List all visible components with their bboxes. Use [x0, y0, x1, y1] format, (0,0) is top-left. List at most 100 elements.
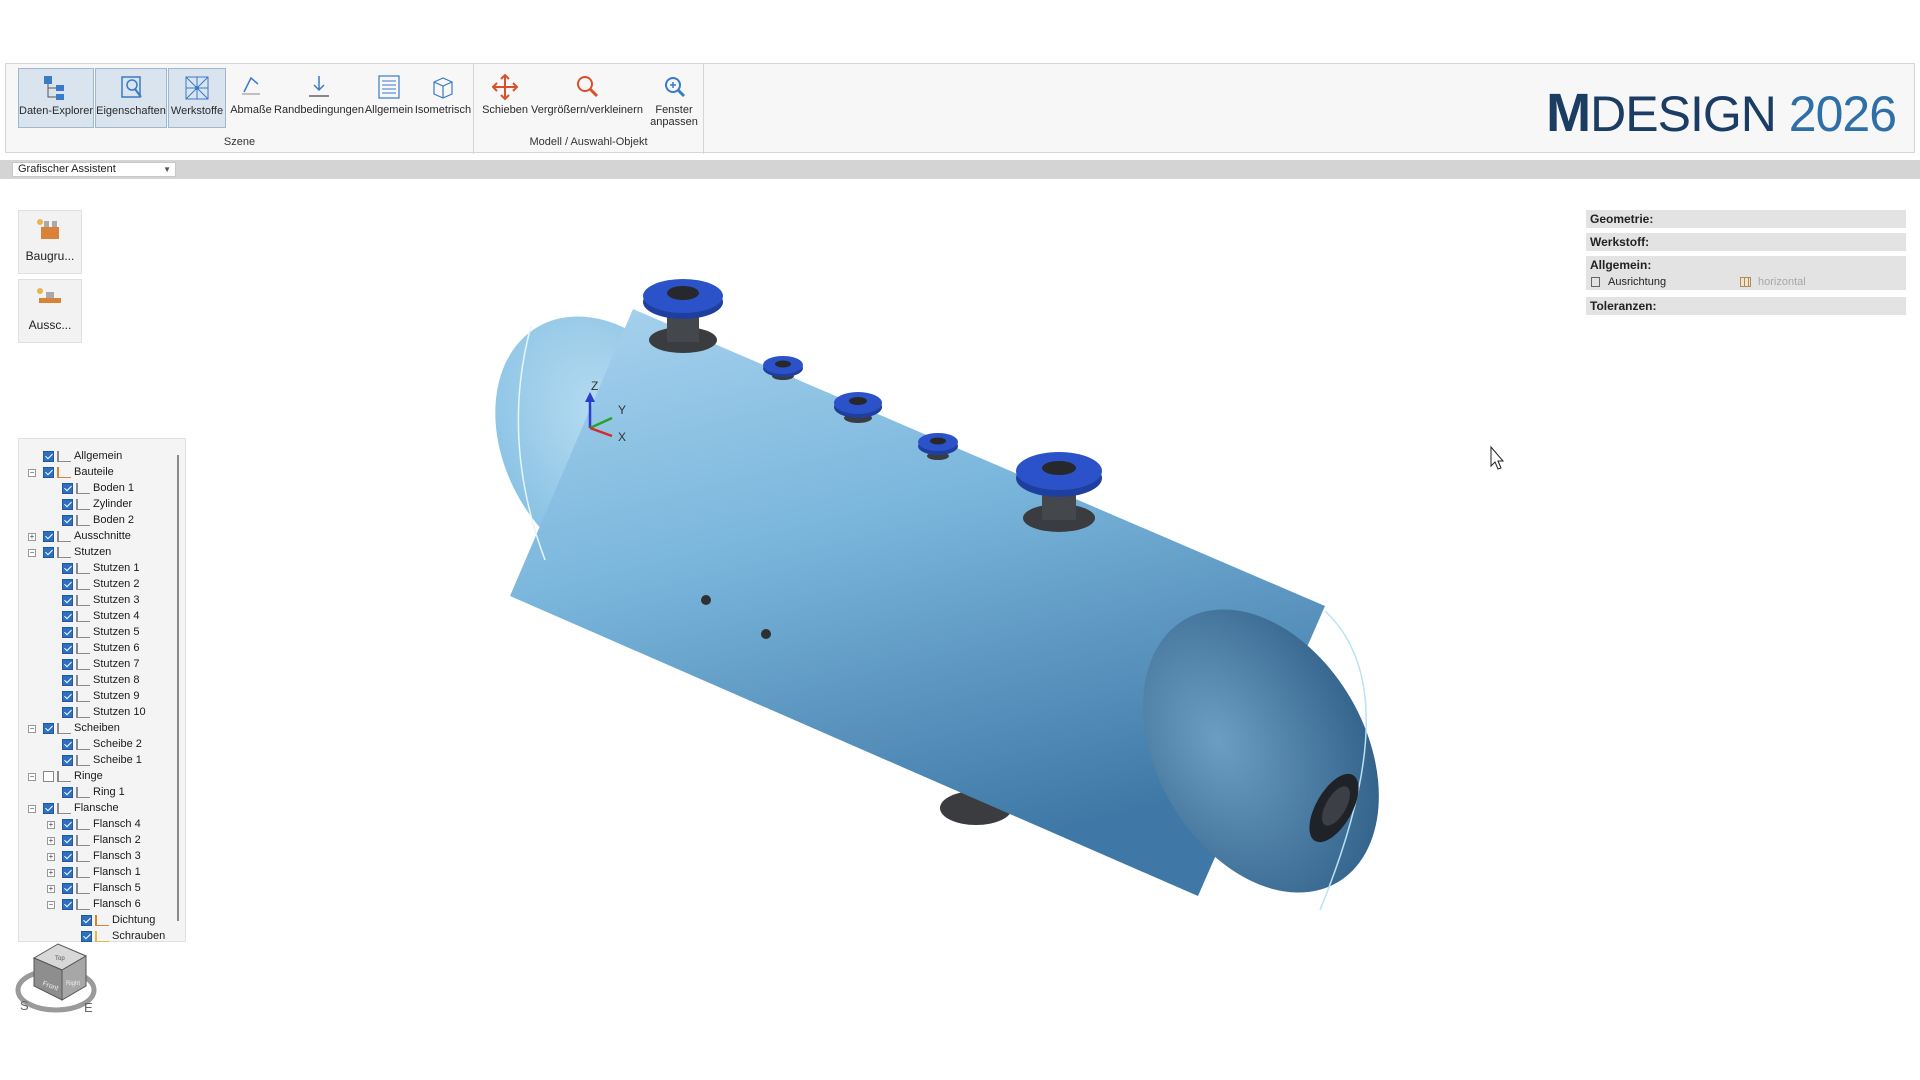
schieben-button[interactable]: Schieben: [482, 68, 528, 128]
zoom-button[interactable]: Vergrößern/verkleinern: [528, 68, 646, 128]
tree-checkbox[interactable]: [62, 595, 73, 606]
tree-checkbox[interactable]: [62, 787, 73, 798]
allgemein-button[interactable]: Allgemein: [364, 68, 414, 128]
tree-item[interactable]: − Flansch 6: [47, 897, 141, 912]
tree-item[interactable]: − Flansche: [28, 801, 119, 816]
expand-icon[interactable]: +: [47, 821, 55, 829]
tree-item[interactable]: Stutzen 5: [62, 625, 139, 640]
tree-item[interactable]: Scheibe 2: [62, 737, 142, 752]
tree-item[interactable]: Stutzen 4: [62, 609, 139, 624]
collapse-icon[interactable]: −: [28, 805, 36, 813]
daten-explorer-button[interactable]: Daten-Explorer: [18, 68, 94, 128]
tree-checkbox[interactable]: [62, 883, 73, 894]
tree-item[interactable]: Allgemein: [43, 449, 122, 464]
tree-checkbox[interactable]: [62, 659, 73, 670]
eigenschaften-button[interactable]: Eigenschaften: [95, 68, 167, 128]
tree-item[interactable]: − Stutzen: [28, 545, 111, 560]
tree-item[interactable]: Scheibe 1: [62, 753, 142, 768]
collapse-icon[interactable]: −: [28, 549, 36, 557]
tree-checkbox[interactable]: [62, 499, 73, 510]
tree-item[interactable]: − Scheiben: [28, 721, 120, 736]
tree-item[interactable]: Boden 2: [62, 513, 134, 528]
tree-item[interactable]: Stutzen 3: [62, 593, 139, 608]
werkstoffe-button[interactable]: Werkstoffe: [168, 68, 226, 128]
collapse-icon[interactable]: −: [28, 725, 36, 733]
randbedingungen-button[interactable]: Randbedingungen: [274, 68, 364, 128]
tree-item[interactable]: + Ausschnitte: [28, 529, 131, 544]
prop-werkstoff[interactable]: Werkstoff:: [1586, 233, 1906, 251]
collapse-icon[interactable]: −: [47, 901, 55, 909]
prop-toleranzen[interactable]: Toleranzen:: [1586, 297, 1906, 315]
tree-item[interactable]: Ring 1: [62, 785, 125, 800]
tree-item[interactable]: − Ringe: [28, 769, 103, 784]
expand-icon[interactable]: +: [47, 837, 55, 845]
tree-item-label: Flansch 6: [93, 898, 141, 910]
collapse-icon[interactable]: −: [28, 773, 36, 781]
tree-item[interactable]: Stutzen 9: [62, 689, 139, 704]
tree-item[interactable]: Stutzen 8: [62, 673, 139, 688]
expand-icon[interactable]: +: [28, 533, 36, 541]
tree-checkbox[interactable]: [62, 515, 73, 526]
tree-item[interactable]: Zylinder: [62, 497, 132, 512]
tree-checkbox[interactable]: [43, 451, 54, 462]
component-icon: [76, 595, 90, 606]
expand-icon[interactable]: +: [47, 853, 55, 861]
tree-checkbox[interactable]: [62, 675, 73, 686]
tree-item[interactable]: + Flansch 1: [47, 865, 141, 880]
tree-item[interactable]: + Flansch 3: [47, 849, 141, 864]
fenster-anpassen-button[interactable]: Fenster anpassen: [646, 68, 702, 128]
tree-item[interactable]: Stutzen 10: [62, 705, 146, 720]
tree-checkbox[interactable]: [62, 899, 73, 910]
tree-checkbox[interactable]: [62, 483, 73, 494]
tree-checkbox[interactable]: [62, 627, 73, 638]
tree-checkbox[interactable]: [62, 579, 73, 590]
abmasse-button[interactable]: Abmaße: [228, 68, 274, 128]
tree-checkbox[interactable]: [43, 531, 54, 542]
tree-checkbox[interactable]: [62, 691, 73, 702]
tree-checkbox[interactable]: [43, 723, 54, 734]
collapse-icon[interactable]: −: [28, 469, 36, 477]
tree-item[interactable]: Stutzen 1: [62, 561, 139, 576]
tree-item[interactable]: + Flansch 4: [47, 817, 141, 832]
baugruppe-button[interactable]: Baugru...: [18, 210, 82, 274]
tree-checkbox[interactable]: [62, 851, 73, 862]
prop-ausrichtung-row[interactable]: Ausrichtung horizontal: [1586, 274, 1906, 290]
pressure-vessel[interactable]: [450, 276, 1427, 935]
expand-icon[interactable]: +: [47, 885, 55, 893]
tree-checkbox[interactable]: [62, 739, 73, 750]
tree-checkbox[interactable]: [43, 547, 54, 558]
tree-checkbox[interactable]: [81, 931, 92, 942]
tree-checkbox[interactable]: [62, 835, 73, 846]
tree-item[interactable]: Stutzen 2: [62, 577, 139, 592]
tree-checkbox[interactable]: [81, 915, 92, 926]
component-icon: [76, 835, 90, 846]
tree-item[interactable]: + Flansch 2: [47, 833, 141, 848]
ausschnitte-button[interactable]: Aussc...: [18, 279, 82, 343]
view-cube[interactable]: Front Top Right S E: [15, 943, 97, 1015]
tree-checkbox[interactable]: [62, 867, 73, 878]
tree-checkbox[interactable]: [62, 819, 73, 830]
prop-geometrie[interactable]: Geometrie:: [1586, 210, 1906, 228]
tree-checkbox[interactable]: [62, 755, 73, 766]
tree-item[interactable]: Boden 1: [62, 481, 134, 496]
tree-checkbox[interactable]: [62, 563, 73, 574]
tree-scrollbar[interactable]: [177, 455, 179, 921]
tree-checkbox[interactable]: [43, 771, 54, 782]
tree-item[interactable]: − Bauteile: [28, 465, 114, 480]
tree-checkbox[interactable]: [43, 803, 54, 814]
tree-item[interactable]: + Flansch 5: [47, 881, 141, 896]
tree-checkbox[interactable]: [62, 707, 73, 718]
tree-item-label: Stutzen 6: [93, 642, 140, 654]
tree-item[interactable]: Stutzen 7: [62, 657, 139, 672]
tree-checkbox[interactable]: [62, 611, 73, 622]
isometrisch-button[interactable]: Isometrisch: [414, 68, 472, 128]
tree-item[interactable]: Schrauben: [81, 929, 165, 944]
tree-item[interactable]: Stutzen 6: [62, 641, 139, 656]
tree-checkbox[interactable]: [62, 643, 73, 654]
tree-item[interactable]: Dichtung: [81, 913, 155, 928]
prop-allgemein[interactable]: Allgemein:: [1586, 256, 1906, 274]
assistant-select[interactable]: Grafischer Assistent ▼: [12, 162, 176, 177]
expand-icon[interactable]: +: [47, 869, 55, 877]
tree-checkbox[interactable]: [43, 467, 54, 478]
3d-viewport[interactable]: Z Y X Front Top Right S E: [0, 180, 1920, 1080]
